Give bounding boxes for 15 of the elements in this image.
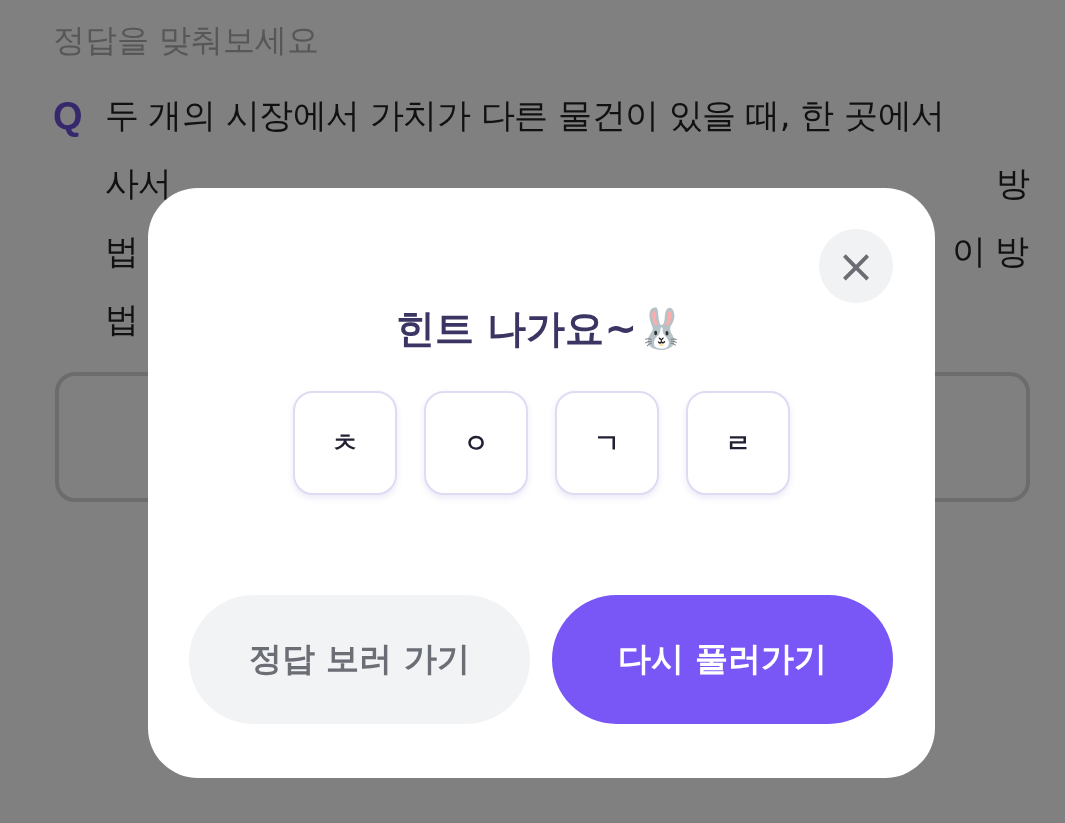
hint-letter: ㄹ (685, 391, 790, 495)
question-text: 방 (995, 162, 1029, 205)
hint-letter: ㅇ (423, 391, 528, 495)
answer-button[interactable]: 정답 보러 가기 (189, 595, 530, 724)
question-text: 두 개의 시장에서 가치가 다른 물건이 있을 때, 한 곳에서 (104, 94, 945, 137)
question-text: 사서 (104, 162, 172, 205)
question-text: 법 (104, 298, 139, 341)
question-text: 이 방 (951, 230, 1029, 273)
retry-button[interactable]: 다시 풀러가기 (552, 595, 893, 724)
hint-title: 힌트 나가요~🐰 (395, 305, 687, 353)
hint-letter: ㅊ (292, 391, 397, 495)
question-text: 법 (104, 230, 139, 273)
question-marker: Q (53, 94, 83, 139)
hint-letter: ㄱ (554, 391, 659, 495)
close-button[interactable]: × (819, 229, 893, 303)
